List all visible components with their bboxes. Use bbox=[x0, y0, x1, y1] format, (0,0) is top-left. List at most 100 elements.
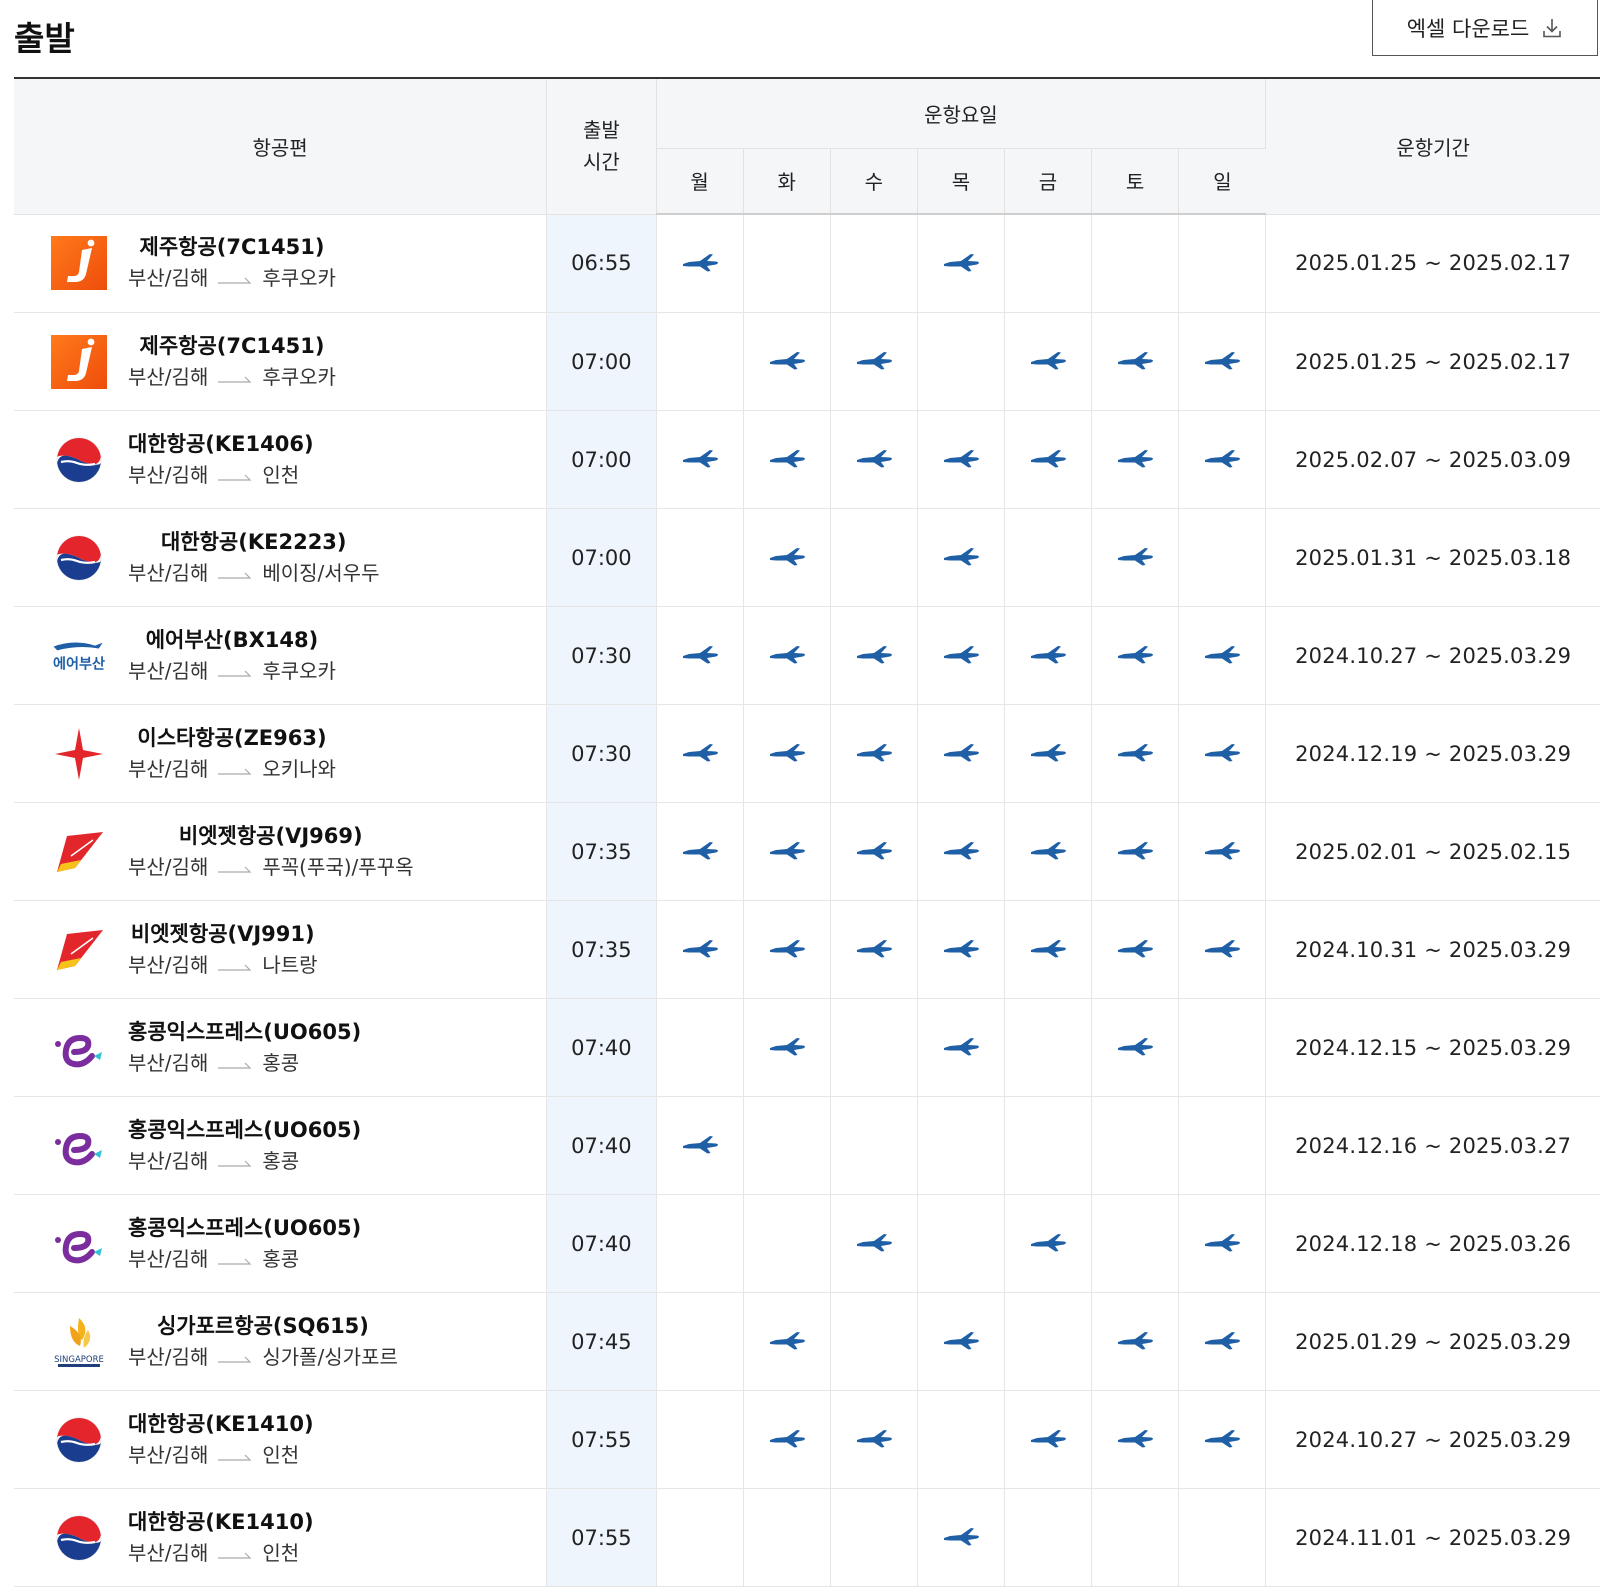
header-day-sat: 토 bbox=[1091, 148, 1180, 215]
day-sat-cell bbox=[1091, 1096, 1180, 1195]
route-origin: 부산/김해 bbox=[128, 952, 209, 977]
flight-name: 제주항공(7C1451) bbox=[139, 333, 325, 358]
jejuair-logo bbox=[46, 233, 112, 293]
day-thu-cell bbox=[917, 1096, 1005, 1195]
day-tue-cell bbox=[743, 1292, 831, 1391]
route-destination: 오키나와 bbox=[262, 756, 336, 781]
day-thu-cell bbox=[917, 606, 1005, 705]
flight-cell: SINGAPORE 싱가포르항공(SQ615) 부산/김해 싱가폴/싱가포르 bbox=[14, 1292, 548, 1391]
airplane-icon bbox=[941, 641, 981, 670]
excel-download-label: 엑셀 다운로드 bbox=[1406, 16, 1530, 41]
day-sat-cell bbox=[1091, 312, 1180, 411]
route-destination: 후쿠오카 bbox=[262, 658, 336, 683]
flight-name: 홍콩익스프레스(UO605) bbox=[128, 1215, 362, 1240]
airplane-icon bbox=[941, 445, 981, 474]
departure-time: 07:40 bbox=[546, 1194, 657, 1293]
day-wed-cell bbox=[830, 1096, 918, 1195]
flight-name: 비엣젯항공(VJ991) bbox=[130, 921, 315, 946]
day-mon-cell bbox=[656, 214, 744, 313]
day-wed-cell bbox=[830, 214, 918, 313]
route-origin: 부산/김해 bbox=[128, 364, 209, 389]
day-sat-cell bbox=[1091, 508, 1180, 607]
header-operating-days: 운항요일 bbox=[656, 79, 1267, 149]
airplane-icon bbox=[1028, 837, 1068, 866]
airplane-icon bbox=[1028, 347, 1068, 376]
flight-cell: 홍콩익스프레스(UO605) 부산/김해 홍콩 bbox=[14, 1194, 548, 1293]
day-sun-cell bbox=[1178, 1096, 1267, 1195]
operating-period: 2024.10.27 ~ 2025.03.29 bbox=[1265, 606, 1600, 705]
header-day-tue: 화 bbox=[743, 148, 831, 215]
airplane-icon bbox=[1202, 445, 1242, 474]
hkexpress-logo bbox=[46, 1116, 112, 1176]
day-fri-cell bbox=[1004, 214, 1093, 313]
day-sun-cell bbox=[1178, 410, 1267, 509]
table-row: 제주항공(7C1451) 부산/김해 후쿠오카 07:00 2025.01.25 ~ 2… bbox=[14, 312, 1600, 411]
day-sun-cell bbox=[1178, 214, 1267, 313]
excel-download-button[interactable]: 엑셀 다운로드 bbox=[1372, 0, 1598, 56]
flight-cell: 홍콩익스프레스(UO605) 부산/김해 홍콩 bbox=[14, 998, 548, 1097]
day-thu-cell bbox=[917, 410, 1005, 509]
route-origin: 부산/김해 bbox=[128, 1442, 209, 1467]
day-sat-cell bbox=[1091, 410, 1180, 509]
operating-period: 2025.01.25 ~ 2025.02.17 bbox=[1265, 214, 1600, 313]
airplane-icon bbox=[1202, 739, 1242, 768]
airplane-icon bbox=[1028, 935, 1068, 964]
route-destination: 홍콩 bbox=[262, 1246, 300, 1271]
day-thu-cell bbox=[917, 998, 1005, 1097]
route-destination: 푸꼭(푸국)/푸꾸옥 bbox=[262, 854, 414, 879]
departure-time: 07:00 bbox=[546, 508, 657, 607]
operating-period: 2024.12.15 ~ 2025.03.29 bbox=[1265, 998, 1600, 1097]
day-wed-cell bbox=[830, 998, 918, 1097]
table-row: 홍콩익스프레스(UO605) 부산/김해 홍콩 07:40 2024.12.18 ~ 2… bbox=[14, 1194, 1600, 1293]
header-time-line2: 시간 bbox=[582, 150, 620, 175]
day-sun-cell bbox=[1178, 1390, 1267, 1489]
departure-time: 07:40 bbox=[546, 1096, 657, 1195]
day-fri-cell bbox=[1004, 900, 1093, 999]
koreanair-logo bbox=[46, 1508, 112, 1568]
airplane-icon bbox=[941, 739, 981, 768]
route-arrow-icon bbox=[218, 262, 252, 294]
flight-name: 싱가포르항공(SQ615) bbox=[156, 1313, 369, 1338]
day-fri-cell bbox=[1004, 1292, 1093, 1391]
route-arrow-icon bbox=[218, 1341, 252, 1373]
route-destination: 인천 bbox=[262, 462, 300, 487]
flight-name: 홍콩익스프레스(UO605) bbox=[128, 1117, 362, 1142]
day-fri-cell bbox=[1004, 1194, 1093, 1293]
table-row: 에어부산 에어부산(BX148) 부산/김해 후쿠오카 07:30 2024.10.27 … bbox=[14, 606, 1600, 705]
operating-period: 2025.02.01 ~ 2025.02.15 bbox=[1265, 802, 1600, 901]
header-day-mon: 월 bbox=[656, 148, 744, 215]
hkexpress-logo bbox=[46, 1018, 112, 1078]
day-tue-cell bbox=[743, 1390, 831, 1489]
day-fri-cell bbox=[1004, 1488, 1093, 1587]
airplane-icon bbox=[941, 543, 981, 572]
airplane-icon bbox=[767, 739, 807, 768]
flight-name: 홍콩익스프레스(UO605) bbox=[128, 1019, 362, 1044]
airplane-icon bbox=[680, 641, 720, 670]
airplane-icon bbox=[767, 1327, 807, 1356]
airplane-icon bbox=[941, 1033, 981, 1062]
day-mon-cell bbox=[656, 1390, 744, 1489]
airplane-icon bbox=[767, 347, 807, 376]
airplane-icon bbox=[854, 347, 894, 376]
airplane-icon bbox=[854, 935, 894, 964]
route-destination: 홍콩 bbox=[262, 1148, 300, 1173]
flight-cell: 대한항공(KE1410) 부산/김해 인천 bbox=[14, 1488, 548, 1587]
flight-name: 대한항공(KE1410) bbox=[128, 1411, 314, 1436]
header-day-fri: 금 bbox=[1004, 148, 1093, 215]
day-wed-cell bbox=[830, 508, 918, 607]
route-arrow-icon bbox=[218, 1047, 252, 1079]
airplane-icon bbox=[1115, 543, 1155, 572]
day-wed-cell bbox=[830, 410, 918, 509]
day-fri-cell bbox=[1004, 410, 1093, 509]
flight-cell: 대한항공(KE1406) 부산/김해 인천 bbox=[14, 410, 548, 509]
airplane-icon bbox=[941, 1327, 981, 1356]
day-mon-cell bbox=[656, 704, 744, 803]
flight-route: 부산/김해 홍콩 bbox=[128, 1145, 361, 1177]
airplane-icon bbox=[680, 837, 720, 866]
route-origin: 부산/김해 bbox=[128, 1050, 209, 1075]
svg-text:에어부산: 에어부산 bbox=[53, 655, 105, 672]
day-tue-cell bbox=[743, 410, 831, 509]
day-mon-cell bbox=[656, 1292, 744, 1391]
day-thu-cell bbox=[917, 1390, 1005, 1489]
day-sun-cell bbox=[1178, 1292, 1267, 1391]
